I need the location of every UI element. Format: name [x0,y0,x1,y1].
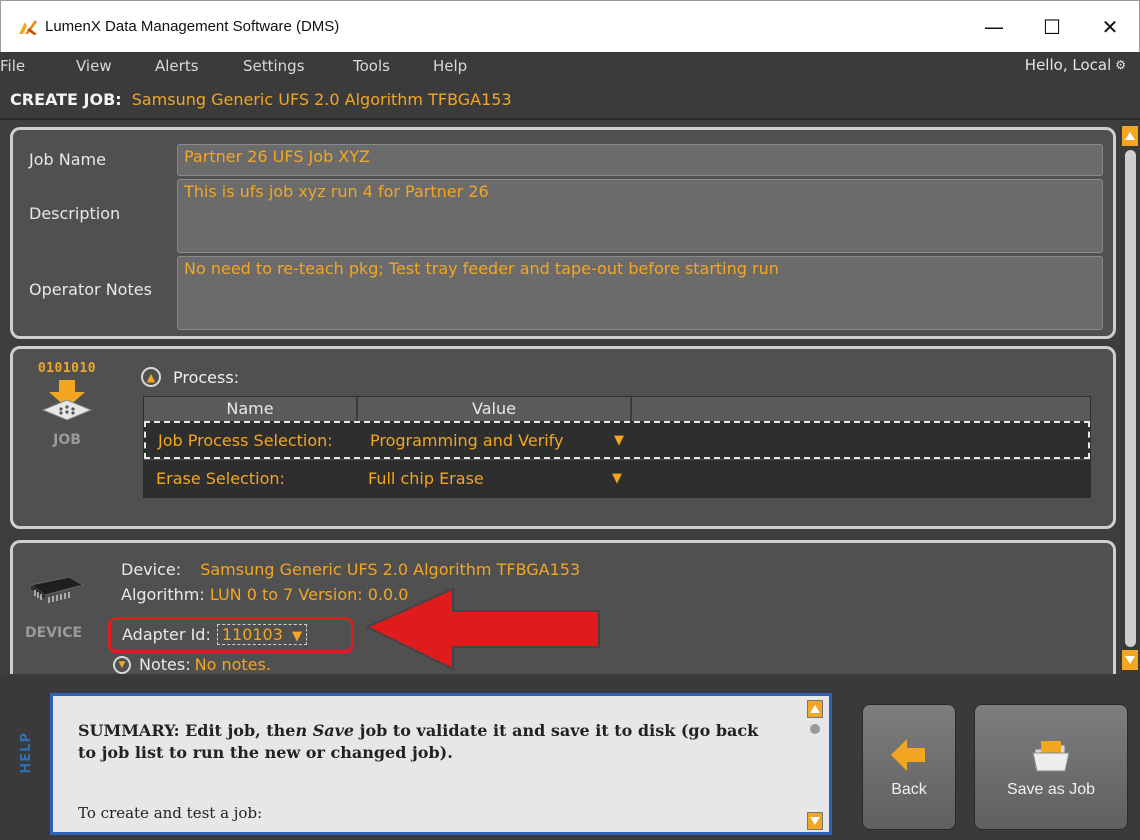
device-label: Device: [121,560,182,579]
column-header-blank [632,397,1090,421]
notes-label: Notes: [139,655,191,674]
dropdown-arrow-icon[interactable]: ▼ [292,629,302,644]
create-job-device: Samsung Generic UFS 2.0 Algorithm TFBGA1… [131,89,512,109]
menu-settings[interactable]: Settings [243,57,305,75]
help-scroll-thumb[interactable] [810,724,820,734]
adapter-id-field: Adapter Id: 110103 ▼ [122,624,307,645]
row-name: Erase Selection: [156,469,285,488]
notes-line: ▼ Notes: No notes. [113,655,271,674]
row-value: Full chip Erase [368,469,484,488]
operator-notes-input[interactable]: No need to re-teach pkg; Test tray feede… [177,256,1103,330]
process-title: Process: [173,367,240,387]
adapter-id-select[interactable]: 110103 ▼ [216,624,307,645]
bottom-area: HELP SUMMARY: Edit job, then Save job to… [0,674,1140,840]
job-icon-group: 0101010 JOB [27,361,107,448]
job-details-panel: Job Name Partner 26 UFS Job XYZ Descript… [10,127,1116,339]
job-editor-scroll-area: Job Name Partner 26 UFS Job XYZ Descript… [0,122,1140,674]
expand-chevron-down-icon[interactable]: ▼ [113,655,131,674]
back-arrow-icon [891,739,927,776]
create-job-header: CREATE JOB: Samsung Generic UFS 2.0 Algo… [0,80,1140,120]
dropdown-arrow-icon[interactable]: ▼ [614,433,624,448]
adapter-id-label: Adapter Id: [122,625,211,644]
scroll-thumb[interactable] [1125,150,1136,647]
device-line: Device: Samsung Generic UFS 2.0 Algorith… [121,560,580,579]
process-table: Name Value Job Process Selection: Progra… [143,396,1091,498]
table-row[interactable]: Job Process Selection: Programming and V… [144,421,1090,459]
main-scrollbar[interactable] [1120,122,1140,674]
operator-notes-label: Operator Notes [29,280,152,299]
close-button[interactable]: ✕ [1081,1,1139,53]
job-process-select[interactable]: Programming and Verify ▼ [364,431,624,450]
row-name: Job Process Selection: [158,430,333,450]
help-summary-part-a: SUMMARY: Edit job, the [78,721,296,740]
title-bar: LumenX Data Management Software (DMS) — … [0,0,1140,52]
chip-icon [25,571,95,611]
help-panel: SUMMARY: Edit job, then Save job to vali… [50,693,832,835]
user-menu[interactable]: Hello, Local ⚙ [1025,56,1126,74]
notes-value: No notes. [194,655,271,674]
help-tab-label: HELP [18,732,34,774]
row-value: Programming and Verify [370,430,564,450]
user-greeting: Hello, Local [1024,56,1112,74]
table-row[interactable]: Erase Selection: Full chip Erase ▼ [144,459,1090,497]
collapse-chevron-up-icon[interactable]: ▲ [141,367,161,387]
algorithm-label: Algorithm: [121,585,205,604]
menu-tools[interactable]: Tools [353,57,390,75]
create-job-label: CREATE JOB: [10,89,122,109]
device-value: Samsung Generic UFS 2.0 Algorithm TFBGA1… [200,560,581,579]
dropdown-arrow-icon[interactable]: ▼ [612,471,622,486]
red-arrow-annotation-icon [364,587,600,671]
menu-help[interactable]: Help [433,57,467,75]
device-panel: DEVICE Device: Samsung Generic UFS 2.0 A… [10,540,1116,674]
job-bits-text: 0101010 [37,361,97,376]
process-panel: 0101010 JOB ▲ Process: Name Value Job Pr… [10,346,1116,529]
help-summary: SUMMARY: Edit job, then Save job to vali… [78,720,778,764]
column-header-name[interactable]: Name [144,397,358,421]
erase-select[interactable]: Full chip Erase ▼ [362,469,622,488]
help-subtitle: To create and test a job: [78,804,263,822]
description-label: Description [29,204,121,223]
help-scroll-up-icon[interactable] [807,700,823,718]
menu-alerts[interactable]: Alerts [155,57,199,75]
window-title: LumenX Data Management Software (DMS) [45,18,340,35]
back-label: Back [891,781,927,798]
minimize-button[interactable]: — [965,1,1023,53]
job-name-input[interactable]: Partner 26 UFS Job XYZ [177,144,1103,176]
save-as-job-button[interactable]: Save as Job [974,704,1128,830]
help-scroll-down-icon[interactable] [807,812,823,830]
chip-download-icon [27,378,107,426]
column-header-value[interactable]: Value [358,397,632,421]
process-table-header: Name Value [144,397,1090,421]
process-header[interactable]: ▲ Process: [141,367,239,387]
user-gear-icon: ⚙ [1115,58,1126,72]
adapter-id-value: 110103 [221,625,283,644]
save-as-job-label: Save as Job [1006,781,1096,798]
menu-view[interactable]: View [76,57,112,75]
scroll-up-arrow-icon[interactable] [1122,126,1138,146]
device-caption: DEVICE [25,625,83,641]
help-tab[interactable]: HELP [16,732,36,779]
menu-bar: File View Alerts Settings Tools Help Hel… [0,52,1140,80]
maximize-button[interactable]: ☐ [1023,1,1081,53]
job-caption: JOB [53,432,81,448]
back-button[interactable]: Back [862,704,956,830]
lumenx-logo-icon [17,16,39,38]
description-input[interactable]: This is ufs job xyz run 4 for Partner 26 [177,179,1103,253]
help-summary-part-b: n Save [295,721,355,740]
scroll-down-arrow-icon[interactable] [1122,650,1138,670]
job-name-label: Job Name [29,150,106,169]
folder-save-icon [1031,739,1071,778]
menu-file[interactable]: File [0,57,25,75]
